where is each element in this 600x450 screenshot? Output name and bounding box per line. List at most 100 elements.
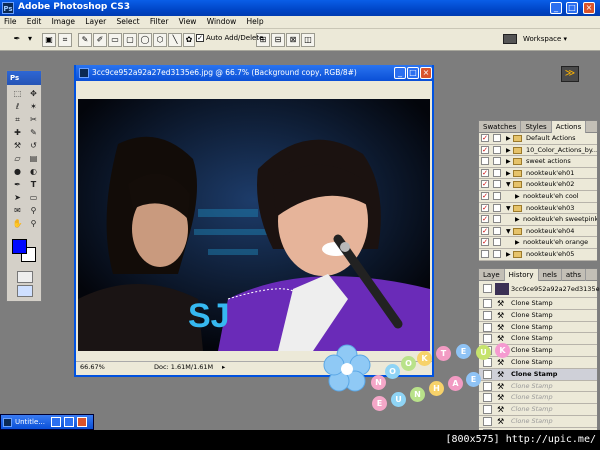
hand-tool-icon[interactable]: ✋ [10, 218, 25, 230]
action-row[interactable]: ✓ ▶ 10_Color_Actions_by... [479, 144, 597, 157]
action-toggle-checkbox[interactable]: ✓ [481, 180, 489, 189]
collapsed-triangle-icon[interactable]: ▶ [515, 237, 520, 248]
history-state-row[interactable]: ⚒Clone Stamp [479, 333, 597, 346]
doc-maximize-button[interactable]: □ [407, 67, 419, 79]
min-maximize-icon[interactable] [64, 417, 74, 427]
close-button[interactable]: × [583, 2, 595, 14]
crop-tool-icon[interactable]: ⌗ [10, 114, 25, 126]
action-toggle-checkbox[interactable]: ✓ [481, 168, 489, 177]
snapshot-brush-source-icon[interactable] [483, 284, 492, 293]
dialog-toggle-checkbox[interactable] [493, 134, 501, 142]
foreground-color-swatch[interactable] [12, 239, 27, 254]
menu-file[interactable]: File [0, 16, 21, 26]
notes-tool-icon[interactable]: ✉ [10, 205, 25, 217]
action-toggle-checkbox[interactable]: ✓ [481, 215, 489, 224]
action-row[interactable]: ▶ sweet actions [479, 156, 597, 168]
action-toggle-checkbox[interactable]: ✓ [481, 203, 489, 212]
history-state-row[interactable]: ⚒Clone Stamp [479, 415, 597, 428]
tab-paths[interactable]: aths [562, 269, 587, 281]
magic-wand-tool-icon[interactable]: ✶ [26, 101, 41, 113]
paths-icon[interactable]: ⌗ [58, 33, 72, 47]
history-brush-source-icon[interactable] [483, 369, 492, 379]
clone-stamp-tool-icon[interactable]: ⚒ [10, 140, 25, 152]
type-tool-icon[interactable]: T [26, 179, 41, 191]
action-toggle-checkbox[interactable]: ✓ [481, 226, 489, 235]
collapsed-triangle-icon[interactable]: ▶ [506, 249, 511, 260]
zoom-tool-icon[interactable]: ⚲ [26, 218, 41, 230]
eyedropper-tool-icon[interactable]: ⚲ [26, 205, 41, 217]
menu-select[interactable]: Select [112, 16, 143, 26]
history-state-row[interactable]: ⚒Clone Stamp [479, 309, 597, 322]
intersect-path-icon[interactable]: ⊠ [286, 33, 300, 47]
status-menu-arrow-icon[interactable]: ▸ [222, 362, 225, 373]
preset-dropdown-icon[interactable]: ▾ [26, 33, 34, 47]
pen-tool-icon[interactable]: ✒ [10, 179, 25, 191]
action-toggle-checkbox[interactable] [481, 157, 489, 166]
history-state-row[interactable]: ⚒Clone Stamp [479, 368, 597, 381]
history-brush-source-icon[interactable] [483, 416, 492, 426]
dialog-toggle-checkbox[interactable] [493, 191, 501, 200]
history-brush-source-icon[interactable] [483, 322, 492, 332]
menu-image[interactable]: Image [48, 16, 80, 26]
marquee-tool-icon[interactable]: ⬚ [10, 88, 25, 100]
freeform-pen-icon[interactable]: ✐ [93, 33, 107, 47]
collapsed-triangle-icon[interactable]: ▶ [506, 145, 511, 156]
line-icon[interactable]: ╲ [168, 33, 182, 47]
action-toggle-checkbox[interactable]: ✓ [481, 238, 489, 247]
history-state-row[interactable]: ⚒Clone Stamp [479, 298, 597, 310]
zoom-level[interactable]: 66.67% [80, 362, 105, 373]
tab-swatches[interactable]: Swatches [479, 121, 522, 133]
brush-tool-icon[interactable]: ✎ [26, 127, 41, 139]
tab-layers[interactable]: Laye [479, 269, 505, 281]
action-row[interactable]: ✓ ▶ nookteuk'eh sweetpink [479, 214, 597, 226]
ellipse-icon[interactable]: ◯ [138, 33, 152, 47]
pen-icon[interactable]: ✎ [78, 33, 92, 47]
history-brush-source-icon[interactable] [483, 299, 492, 308]
tab-history[interactable]: History [504, 269, 539, 281]
tab-styles[interactable]: Styles [521, 121, 552, 133]
gradient-tool-icon[interactable]: ▤ [26, 153, 41, 165]
exclude-path-icon[interactable]: ◫ [301, 33, 315, 47]
doc-minimize-button[interactable]: _ [394, 67, 406, 79]
action-row[interactable]: ✓ ▼ nookteuk'eh04 [479, 225, 597, 238]
history-state-row[interactable]: ⚒Clone Stamp [479, 380, 597, 393]
history-brush-source-icon[interactable] [483, 405, 492, 415]
action-toggle-checkbox[interactable]: ✓ [481, 145, 489, 154]
dialog-toggle-checkbox[interactable] [493, 157, 501, 166]
dialog-toggle-checkbox[interactable] [493, 180, 501, 189]
dialog-toggle-checkbox[interactable] [493, 168, 501, 177]
history-brush-source-icon[interactable] [483, 381, 492, 391]
minimize-button[interactable]: _ [550, 2, 562, 14]
rectangle-icon[interactable]: ▭ [108, 33, 122, 47]
history-state-row[interactable]: ⚒Clone Stamp [479, 321, 597, 334]
polygon-icon[interactable]: ⬡ [153, 33, 167, 47]
pen-tool-preset-icon[interactable]: ✒ [10, 33, 24, 47]
min-restore-icon[interactable] [51, 417, 61, 427]
min-close-icon[interactable] [77, 417, 87, 427]
collapsed-triangle-icon[interactable]: ▶ [506, 133, 511, 144]
blur-tool-icon[interactable]: ● [10, 166, 25, 178]
palette-well-icon[interactable]: ≫ [561, 66, 579, 82]
rounded-rectangle-icon[interactable]: ▢ [123, 33, 137, 47]
dialog-toggle-checkbox[interactable] [493, 215, 501, 224]
history-snapshot[interactable]: 3cc9ce952a92a27ed3135e6... [479, 281, 600, 298]
minimized-document[interactable]: Untitle... [0, 414, 94, 430]
move-tool-icon[interactable]: ✥ [26, 88, 41, 100]
action-toggle-checkbox[interactable]: ✓ [481, 134, 489, 142]
tab-actions[interactable]: Actions [551, 121, 587, 133]
history-brush-source-icon[interactable] [483, 334, 492, 344]
collapsed-triangle-icon[interactable]: ▶ [515, 214, 520, 225]
action-toggle-checkbox[interactable] [481, 249, 489, 258]
menu-window[interactable]: Window [203, 16, 241, 26]
action-row[interactable]: ✓ ▶ nookteuk'eh cool [479, 190, 597, 203]
auto-add-delete-checkbox[interactable]: ✓ [196, 34, 204, 42]
history-brush-tool-icon[interactable]: ↺ [26, 140, 41, 152]
action-row[interactable]: ✓ ▼ nookteuk'eh02 [479, 179, 597, 191]
workspace-button[interactable]: Workspace ▾ [503, 31, 573, 47]
shape-layers-icon[interactable]: ▣ [42, 33, 56, 47]
eraser-tool-icon[interactable]: ▱ [10, 153, 25, 165]
path-selection-tool-icon[interactable]: ➤ [10, 192, 25, 204]
dialog-toggle-checkbox[interactable] [493, 203, 501, 212]
expanded-triangle-icon[interactable]: ▼ [506, 179, 511, 190]
action-row[interactable]: ✓ ▶ nookteuk'eh01 [479, 167, 597, 180]
